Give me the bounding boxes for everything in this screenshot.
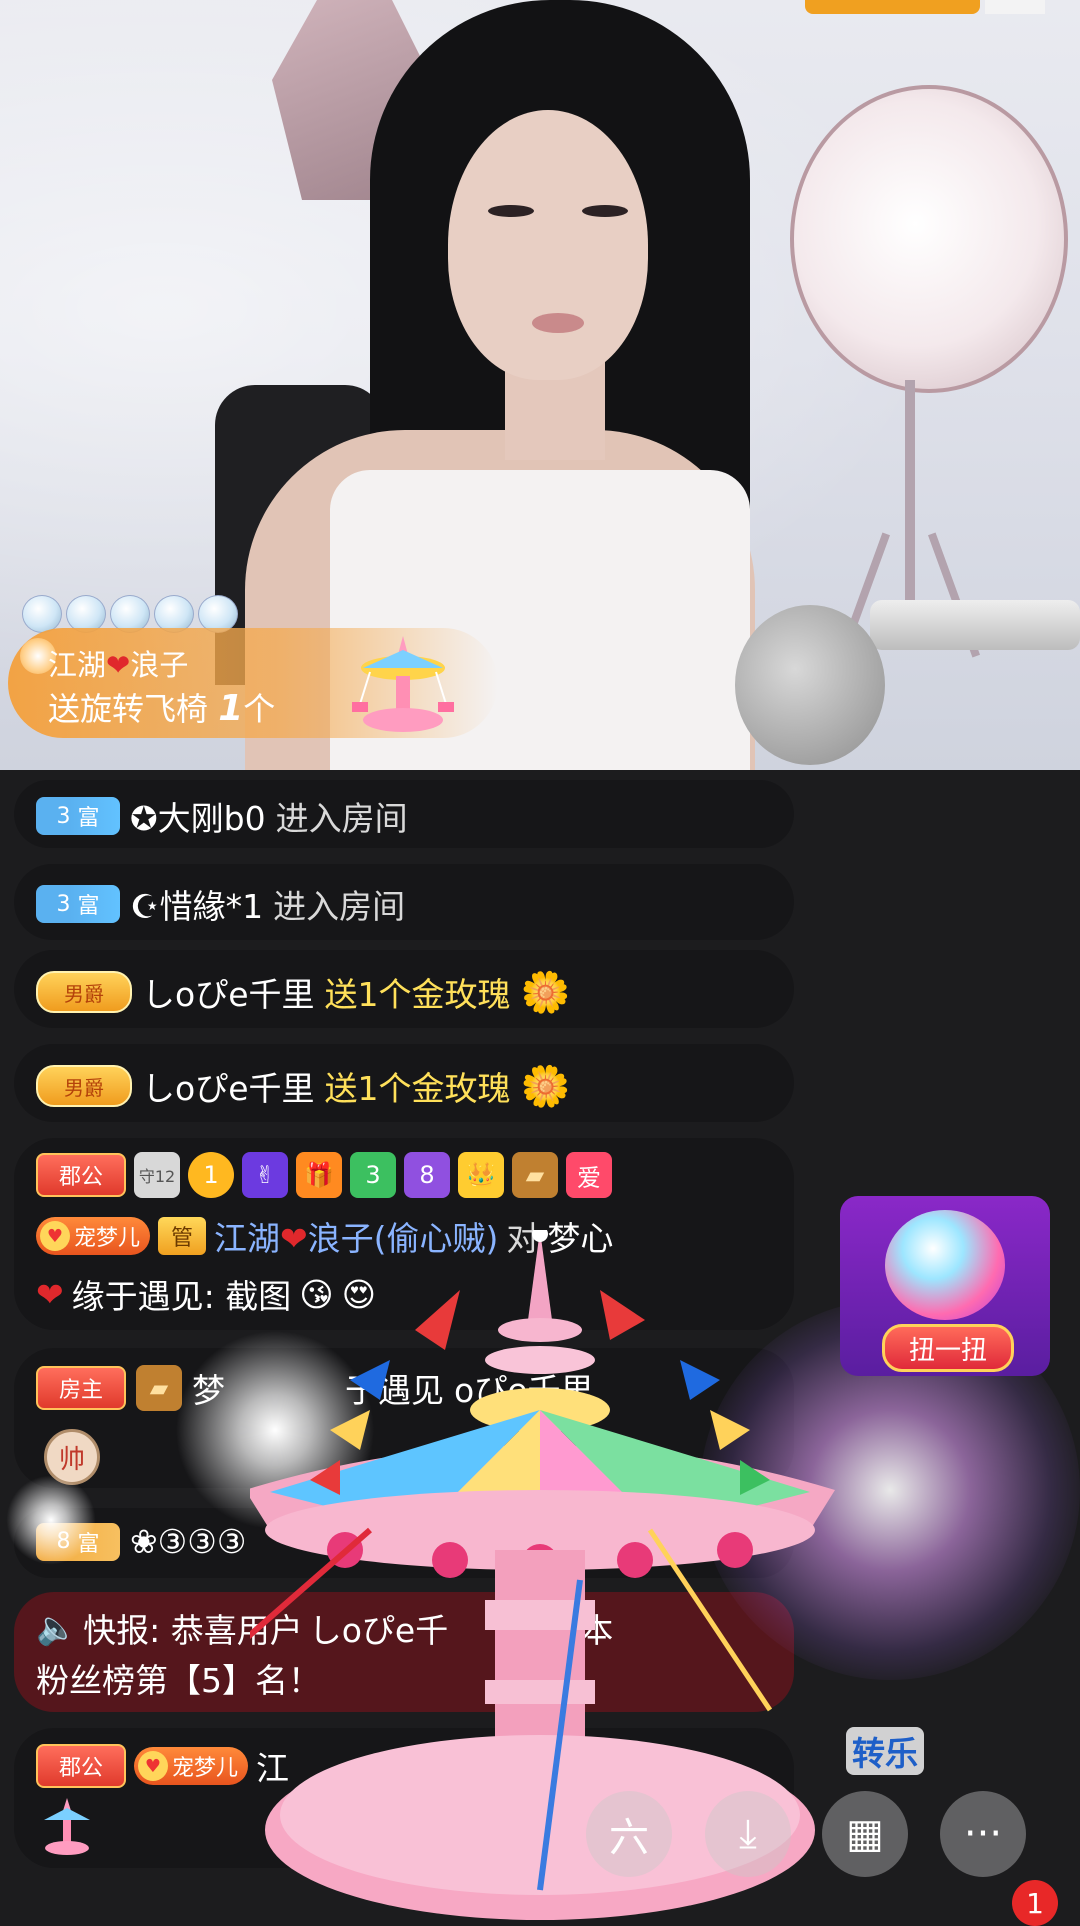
rich-word: 富: [77, 894, 100, 919]
streamer-lips: [532, 313, 584, 333]
gift-banner[interactable]: 江湖❤浪子 送旋转飞椅 1个: [8, 628, 498, 738]
heart-icon: ♥: [138, 1751, 168, 1781]
gold-bar-badge-icon: ▰: [136, 1365, 182, 1411]
download-icon: ⤓: [739, 1811, 757, 1857]
gift-count: 1: [218, 688, 244, 729]
gift-description: 送旋转飞椅 1个: [48, 684, 275, 730]
streamer-eye: [582, 205, 628, 217]
chat-message[interactable]: 男爵 しoぴe千里 送1个金玫瑰 🌼: [14, 1044, 794, 1122]
rich-level: 3: [56, 891, 71, 917]
streamer-face: [448, 110, 648, 380]
heart-icon: ❤: [106, 648, 131, 682]
gift-name: 旋转飞椅: [80, 690, 209, 728]
gift-menu-icon: 六: [609, 1815, 649, 1861]
noble-title-badge: 郡公: [36, 1744, 126, 1788]
mic-arm: [870, 600, 1080, 650]
gift-box-badge-icon: 🎁: [296, 1152, 342, 1198]
love-badge-icon: 爱: [566, 1152, 612, 1198]
swing-ride-gift-icon: [44, 1798, 90, 1855]
host-badge: 房主: [36, 1366, 126, 1410]
notification-badge: 1: [1012, 1880, 1058, 1926]
gift-unit: 个: [243, 690, 276, 728]
rich-level-badge: 3 富: [36, 885, 120, 923]
sender-name-part: 江湖: [48, 648, 107, 682]
bubble-icon: [22, 595, 62, 633]
speaker-icon: 🔈: [36, 1608, 78, 1647]
chat-username[interactable]: ☪惜緣*1: [130, 880, 263, 928]
heart-icon: ❤: [36, 1274, 64, 1314]
noble-title-badge: 郡公: [36, 1153, 126, 1197]
rich-level-badge: 3 富: [36, 797, 120, 835]
pet-badge: ♥ 宠梦儿: [36, 1217, 151, 1255]
watermark-tail: [985, 0, 1045, 14]
noble-title-badge: 男爵: [36, 971, 132, 1013]
more-button[interactable]: ···: [940, 1791, 1026, 1877]
studio-lamp: [790, 85, 1068, 393]
chat-message[interactable]: 3 富 ✪大刚b0 进入房间: [14, 780, 794, 848]
microphone: [735, 605, 885, 765]
pet-badge: ♥ 宠梦儿: [134, 1747, 249, 1785]
guard-shield-icon: 守12: [134, 1152, 180, 1198]
gift-sender: 江湖❤浪子: [48, 642, 188, 684]
level-badge-icon: 3: [350, 1152, 396, 1198]
gold-rose-icon: 🌼: [520, 1063, 571, 1110]
chat-username[interactable]: ❀③③③: [130, 1522, 246, 1561]
watermark-logo: [805, 0, 980, 14]
pet-name: 宠梦儿: [172, 1756, 239, 1781]
more-icon: ···: [963, 1811, 1003, 1857]
level-badge-icon: 8: [404, 1152, 450, 1198]
chat-text: 进入房间: [273, 887, 406, 926]
chat-message[interactable]: 3 富 ☪惜緣*1 进入房间: [14, 864, 794, 940]
gold-bar-badge-icon: ▰: [512, 1152, 558, 1198]
send-word: 送: [48, 690, 81, 728]
pet-name: 宠梦儿: [74, 1226, 141, 1251]
streamer-eye: [488, 205, 534, 217]
sparkle-effect: [6, 1475, 96, 1565]
noble-title-badge: 男爵: [36, 1065, 132, 1107]
chat-text: 进入房间: [275, 799, 408, 838]
chat-username[interactable]: しoぴe千里: [142, 1062, 315, 1110]
zhuanle-label[interactable]: 转乐: [846, 1727, 924, 1775]
twist-egg-label: 扭一扭: [882, 1324, 1014, 1372]
grid-icon: ▦: [846, 1811, 884, 1857]
chat-username[interactable]: しoぴe千里: [142, 968, 315, 1016]
star-badge-icon: 1: [188, 1152, 234, 1198]
manager-badge: 管: [158, 1217, 207, 1255]
hand-badge-icon: ✌: [242, 1152, 288, 1198]
gift-text: 送1个金玫瑰: [324, 1069, 511, 1108]
gift-text: 送1个金玫瑰: [324, 975, 511, 1014]
gold-rose-icon: 🌼: [520, 969, 571, 1016]
sender-name-part: 浪子: [130, 648, 189, 682]
grid-menu-button[interactable]: ▦: [822, 1791, 908, 1877]
twist-egg-button[interactable]: 扭一扭: [840, 1196, 1050, 1376]
gacha-ball-icon: [885, 1210, 1005, 1320]
rich-level: 3: [56, 803, 71, 829]
gift-menu-button[interactable]: 六: [586, 1791, 672, 1877]
rich-word: 富: [77, 806, 100, 831]
swing-ride-gift-icon: [352, 636, 454, 732]
crown-badge-icon: 👑: [458, 1152, 504, 1198]
download-button[interactable]: ⤓: [705, 1791, 791, 1877]
chat-username[interactable]: ✪大刚b0: [130, 792, 266, 840]
chat-message[interactable]: 男爵 しoぴe千里 送1个金玫瑰 🌼: [14, 950, 794, 1028]
heart-icon: ♥: [40, 1221, 70, 1251]
